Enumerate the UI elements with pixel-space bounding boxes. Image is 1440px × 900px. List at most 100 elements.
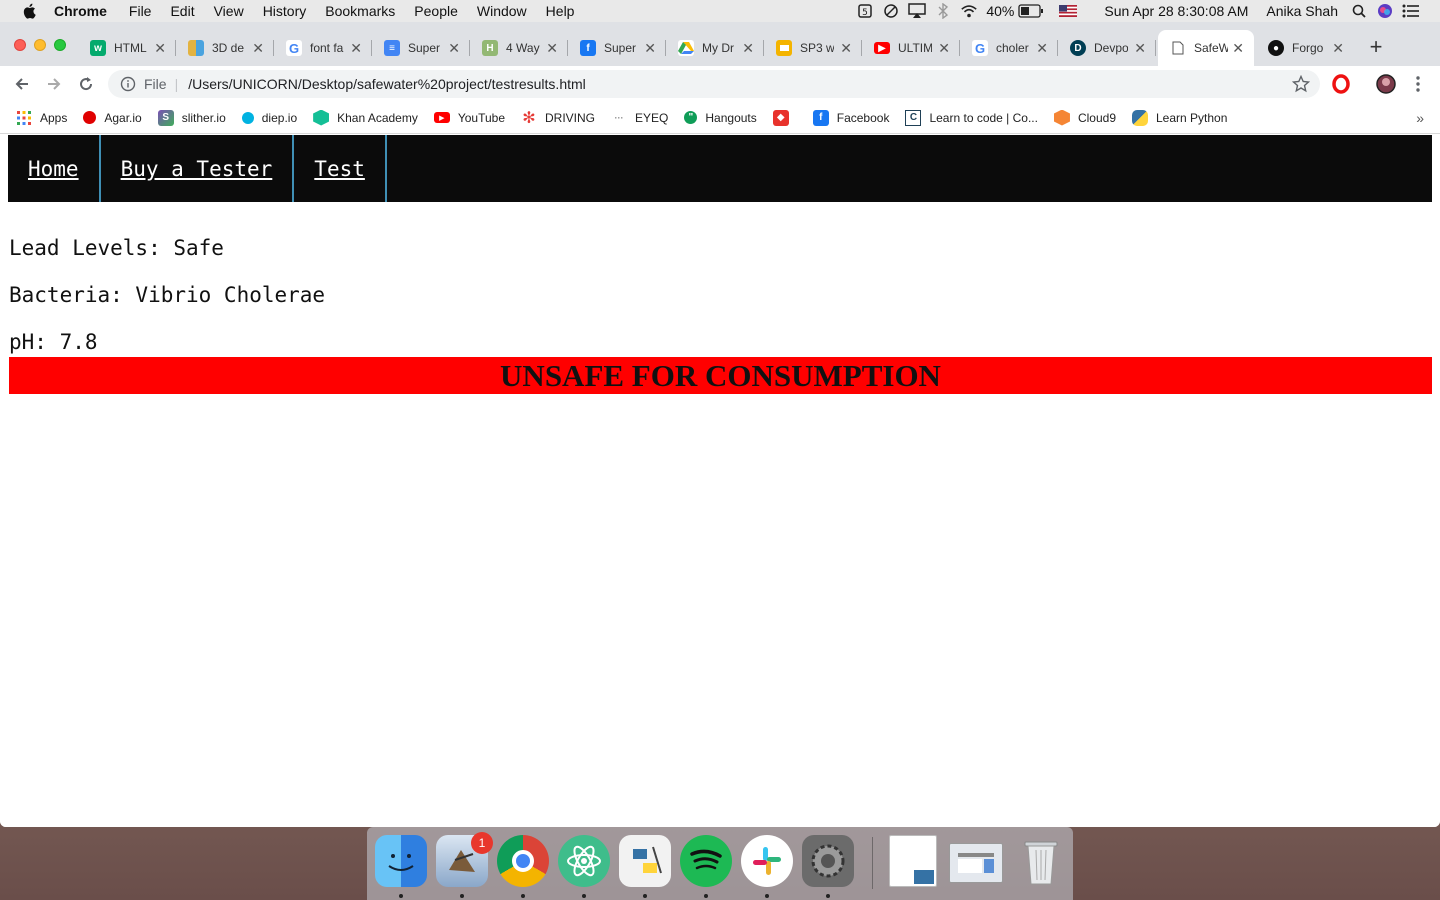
siri-icon[interactable] — [1376, 3, 1394, 19]
atom-icon[interactable] — [558, 835, 610, 887]
tab-html[interactable]: w HTML ✕ — [78, 34, 176, 62]
bookmark-eyeq[interactable]: ··· EYEQ — [611, 110, 669, 126]
minimize-window-button[interactable] — [34, 39, 46, 51]
trash-icon[interactable] — [1015, 835, 1067, 887]
bookmark-cloud9[interactable]: Cloud9 — [1053, 109, 1116, 126]
nav-link-buy-a-tester[interactable]: Buy a Tester — [101, 135, 295, 202]
bookmark-agario[interactable]: Agar.io — [83, 111, 142, 125]
bookmark-apps[interactable]: Apps — [16, 110, 67, 126]
menu-view[interactable]: View — [214, 3, 244, 19]
tab-font-search[interactable]: G font fa ✕ — [274, 34, 372, 62]
menu-edit[interactable]: Edit — [170, 3, 194, 19]
menubar-user-name[interactable]: Anika Shah — [1266, 3, 1338, 19]
address-bar[interactable]: File | /Users/UNICORN/Desktop/safewater%… — [108, 70, 1320, 98]
menu-file[interactable]: File — [129, 3, 152, 19]
tab-close-icon[interactable]: ✕ — [1232, 40, 1244, 57]
menu-people[interactable]: People — [414, 3, 458, 19]
window-thumbnail-icon[interactable] — [949, 843, 1003, 883]
slack-icon[interactable] — [741, 835, 793, 887]
info-icon[interactable] — [120, 76, 136, 92]
wifi-icon[interactable] — [960, 3, 978, 19]
battery-icon[interactable] — [1018, 3, 1044, 19]
menu-history[interactable]: History — [263, 3, 307, 19]
url-text[interactable]: /Users/UNICORN/Desktop/safewater%20proje… — [188, 76, 586, 92]
bookmark-star-icon[interactable] — [1292, 75, 1310, 93]
shield-status-icon[interactable]: 5 — [856, 3, 874, 19]
tab-youtube[interactable]: ▶ ULTIM ✕ — [862, 34, 960, 62]
menu-help[interactable]: Help — [546, 3, 575, 19]
bookmark-facebook[interactable]: f Facebook — [812, 109, 889, 126]
chrome-menu-icon[interactable] — [1408, 74, 1428, 94]
tab-close-icon[interactable]: ✕ — [1134, 40, 1146, 57]
forward-button[interactable] — [42, 72, 66, 96]
spotify-icon[interactable] — [680, 835, 732, 887]
bookmark-diep[interactable]: diep.io — [241, 111, 297, 125]
tab-close-icon[interactable]: ✕ — [1332, 40, 1344, 57]
tab-cholera-search[interactable]: G choler ✕ — [960, 34, 1058, 62]
bookmark-learn-python[interactable]: Learn Python — [1132, 109, 1227, 126]
system-preferences-icon[interactable] — [802, 835, 854, 887]
apple-logo-icon[interactable] — [20, 3, 38, 19]
spotlight-search-icon[interactable] — [1350, 3, 1368, 19]
tab-close-icon[interactable]: ✕ — [546, 40, 558, 57]
do-not-disturb-icon[interactable] — [882, 3, 900, 19]
nav-link-home[interactable]: Home — [8, 135, 101, 202]
tab-close-icon[interactable]: ✕ — [350, 40, 362, 57]
tab-google-doc[interactable]: ≡ Super ✕ — [372, 34, 470, 62]
bookmark-driving[interactable]: ✻ DRIVING — [521, 110, 595, 127]
reload-button[interactable] — [74, 72, 98, 96]
finder-icon[interactable] — [375, 835, 427, 887]
running-indicator — [765, 894, 769, 898]
bookmark-youtube[interactable]: ▶ YouTube — [433, 111, 505, 125]
tab-title: My Dr — [702, 41, 734, 55]
menu-bookmarks[interactable]: Bookmarks — [325, 3, 395, 19]
tab-google-slides[interactable]: SP3 w ✕ — [764, 34, 862, 62]
tab-close-icon[interactable]: ✕ — [448, 40, 460, 57]
bookmark-red-square[interactable]: ◆ — [772, 109, 797, 126]
profile-avatar-icon[interactable] — [1376, 74, 1396, 94]
python-launcher-icon[interactable] — [619, 835, 671, 887]
bookmark-khan-academy[interactable]: Khan Academy — [313, 109, 418, 126]
tab-safewater[interactable]: SafeW ✕ — [1158, 30, 1254, 66]
back-button[interactable] — [10, 72, 34, 96]
tab-close-icon[interactable]: ✕ — [154, 40, 166, 57]
document-thumbnail-icon[interactable] — [889, 835, 937, 887]
bookmark-slither[interactable]: S slither.io — [157, 109, 226, 126]
maximize-window-button[interactable] — [54, 39, 66, 51]
close-window-button[interactable] — [14, 39, 26, 51]
tab-close-icon[interactable]: ✕ — [644, 40, 656, 57]
chrome-window: w HTML ✕ 3D de ✕ G font fa ✕ ≡ Super ✕ H… — [0, 22, 1440, 827]
tab-close-icon[interactable]: ✕ — [742, 40, 754, 57]
input-source-flag-icon[interactable] — [1058, 3, 1078, 19]
bluetooth-icon[interactable] — [934, 3, 952, 19]
running-indicator — [582, 894, 586, 898]
menu-window[interactable]: Window — [477, 3, 527, 19]
tab-wikihow[interactable]: H 4 Way ✕ — [470, 34, 568, 62]
svg-text:5: 5 — [862, 8, 868, 18]
notification-center-icon[interactable] — [1402, 3, 1420, 19]
tab-google-drive[interactable]: My Dr ✕ — [666, 34, 764, 62]
tab-facebook[interactable]: f Super ✕ — [568, 34, 666, 62]
tab-title: SafeW — [1194, 41, 1228, 55]
tab-close-icon[interactable]: ✕ — [840, 40, 852, 57]
tab-devpost[interactable]: D Devpo ✕ — [1058, 34, 1156, 62]
bookmark-codecademy[interactable]: C Learn to code | Co... — [905, 109, 1038, 126]
menu-app-name[interactable]: Chrome — [54, 3, 107, 19]
url-scheme-label: File — [144, 76, 167, 92]
bookmark-hangouts[interactable]: " Hangouts — [684, 111, 757, 125]
macos-dock: 1 — [367, 827, 1073, 900]
agario-icon — [83, 111, 97, 124]
new-tab-button[interactable]: + — [1364, 36, 1388, 60]
tab-title: Super — [408, 41, 441, 55]
tab-close-icon[interactable]: ✕ — [1036, 40, 1048, 57]
chrome-icon[interactable] — [497, 835, 549, 887]
bookmarks-overflow-icon[interactable]: » — [1416, 110, 1424, 126]
tab-close-icon[interactable]: ✕ — [938, 40, 950, 57]
menubar-clock[interactable]: Sun Apr 28 8:30:08 AM — [1104, 3, 1248, 19]
tab-close-icon[interactable]: ✕ — [252, 40, 264, 57]
airplay-icon[interactable] — [908, 3, 927, 19]
nav-link-test[interactable]: Test — [294, 135, 387, 202]
opera-extension-icon[interactable] — [1331, 74, 1351, 94]
tab-3d-design[interactable]: 3D de ✕ — [176, 34, 274, 62]
tab-github[interactable]: ● Forgo ✕ — [1256, 34, 1354, 62]
